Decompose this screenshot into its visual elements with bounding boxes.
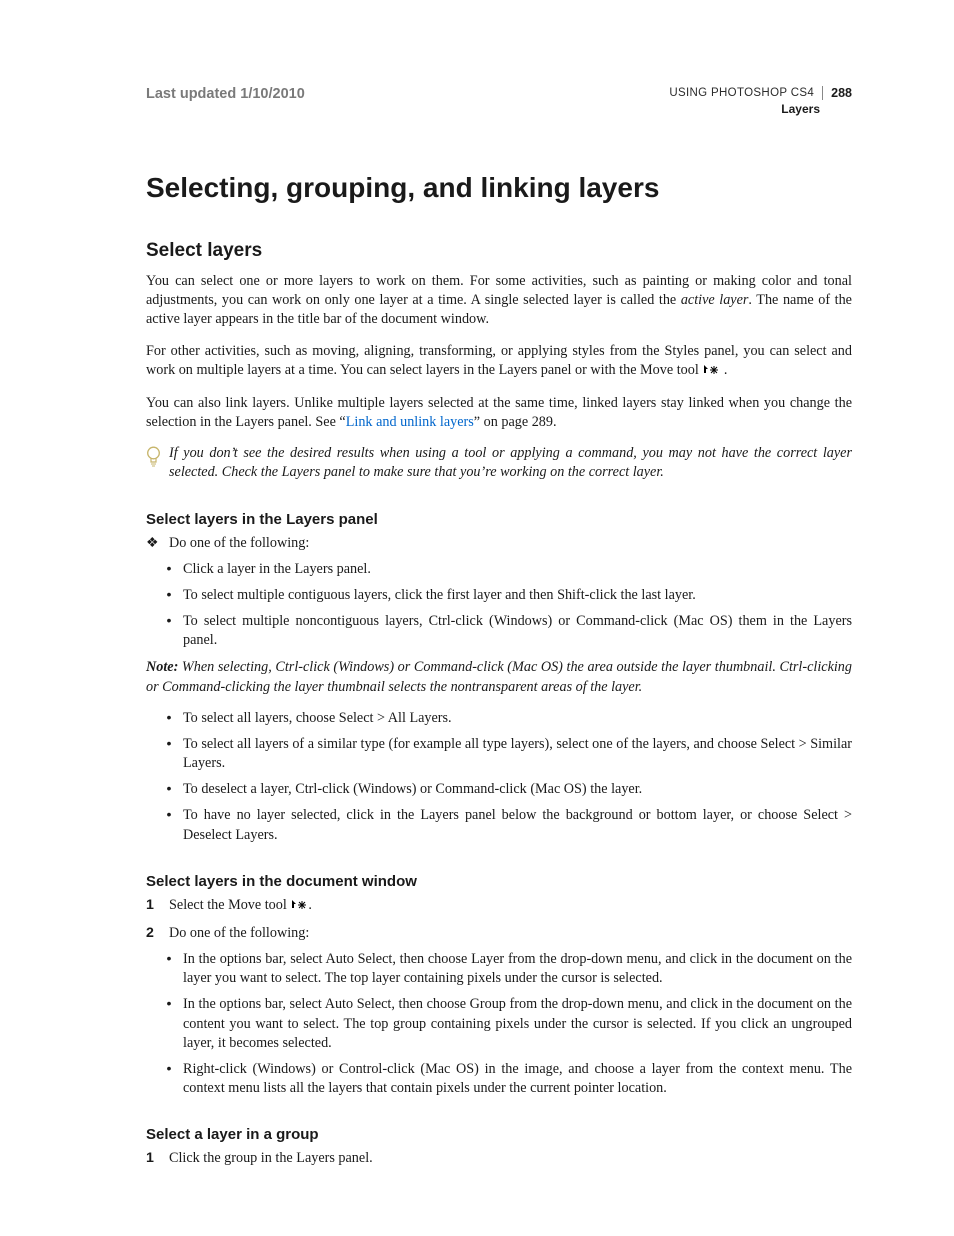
step-number: 2	[146, 924, 160, 943]
book-title: USING PHOTOSHOP CS4	[669, 87, 814, 99]
section-heading: Select layers	[146, 240, 852, 262]
body-paragraph: You can also link layers. Unlike multipl…	[146, 394, 852, 432]
document-page: Last updated 1/10/2010 USING PHOTOSHOP C…	[0, 0, 954, 1236]
text-run: Select the Move tool	[169, 897, 290, 913]
list-text: Do one of the following:	[169, 924, 852, 943]
list-item: • Right-click (Windows) or Control-click…	[146, 1060, 852, 1098]
list-item: • To have no layer selected, click in th…	[146, 806, 852, 844]
step-item: 1 Click the group in the Layers panel.	[146, 1149, 852, 1168]
list-text: Select the Move tool .	[169, 896, 852, 917]
step-item: 2 Do one of the following:	[146, 924, 852, 943]
bullet-marker: •	[164, 806, 174, 825]
text-run: .	[720, 362, 727, 378]
move-tool-icon	[291, 898, 307, 917]
page-header: Last updated 1/10/2010 USING PHOTOSHOP C…	[146, 86, 852, 116]
list-text: In the options bar, select Auto Select, …	[183, 950, 852, 988]
list-text: To select multiple contiguous layers, cl…	[183, 586, 852, 605]
note-block: Note: When selecting, Ctrl-click (Window…	[146, 658, 852, 696]
bullet-marker: •	[164, 780, 174, 799]
note-body: When selecting, Ctrl-click (Windows) or …	[146, 659, 852, 694]
diamond-marker: ❖	[146, 534, 160, 553]
list-text: Do one of the following:	[169, 534, 852, 553]
bullet-marker: •	[164, 1060, 174, 1079]
last-updated: Last updated 1/10/2010	[146, 86, 305, 102]
list-text: To deselect a layer, Ctrl-click (Windows…	[183, 780, 852, 799]
text-run: For other activities, such as moving, al…	[146, 343, 852, 378]
bullet-marker: •	[164, 995, 174, 1014]
subsection-heading: Select layers in the Layers panel	[146, 511, 852, 528]
tip-block: If you don’t see the desired results whe…	[146, 444, 852, 482]
list-item: • To select multiple noncontiguous layer…	[146, 612, 852, 650]
bullet-marker: •	[164, 950, 174, 969]
page-number: 288	[831, 86, 852, 100]
bullet-marker: •	[164, 560, 174, 579]
step-item: 1 Select the Move tool .	[146, 896, 852, 917]
text-run: ” on page 289.	[474, 414, 557, 430]
list-text: To select all layers, choose Select > Al…	[183, 709, 852, 728]
move-tool-icon	[703, 363, 719, 382]
list-item: • To select multiple contiguous layers, …	[146, 586, 852, 605]
page-title: Selecting, grouping, and linking layers	[146, 172, 852, 204]
bullet-marker: •	[164, 709, 174, 728]
bullet-marker: •	[164, 612, 174, 631]
note-label: Note:	[146, 659, 178, 675]
term-active-layer: active layer	[681, 292, 749, 308]
list-text: To select all layers of a similar type (…	[183, 735, 852, 773]
text-run: .	[308, 897, 312, 913]
header-divider	[822, 86, 823, 100]
list-text: To have no layer selected, click in the …	[183, 806, 852, 844]
list-item: • In the options bar, select Auto Select…	[146, 995, 852, 1053]
step-number: 1	[146, 1149, 160, 1168]
list-item: • Click a layer in the Layers panel.	[146, 560, 852, 579]
list-item: • In the options bar, select Auto Select…	[146, 950, 852, 988]
list-item: • To deselect a layer, Ctrl-click (Windo…	[146, 780, 852, 799]
subsection-heading: Select a layer in a group	[146, 1126, 852, 1143]
body-paragraph: For other activities, such as moving, al…	[146, 342, 852, 382]
bullet-marker: •	[164, 735, 174, 754]
list-text: Right-click (Windows) or Control-click (…	[183, 1060, 852, 1098]
xref-link[interactable]: Link and unlink layers	[346, 414, 474, 430]
list-text: In the options bar, select Auto Select, …	[183, 995, 852, 1053]
list-text: To select multiple noncontiguous layers,…	[183, 612, 852, 650]
header-right: USING PHOTOSHOP CS4 288 Layers	[669, 86, 852, 116]
list-text: Click the group in the Layers panel.	[169, 1149, 852, 1168]
bullet-marker: •	[164, 586, 174, 605]
section-name: Layers	[669, 102, 852, 116]
subsection-heading: Select layers in the document window	[146, 873, 852, 890]
list-item: • To select all layers, choose Select > …	[146, 709, 852, 728]
step-number: 1	[146, 896, 160, 915]
list-item: • To select all layers of a similar type…	[146, 735, 852, 773]
lightbulb-icon	[146, 446, 161, 473]
list-text: Click a layer in the Layers panel.	[183, 560, 852, 579]
tip-text: If you don’t see the desired results whe…	[169, 444, 852, 482]
list-item: ❖ Do one of the following:	[146, 534, 852, 553]
body-paragraph: You can select one or more layers to wor…	[146, 272, 852, 330]
